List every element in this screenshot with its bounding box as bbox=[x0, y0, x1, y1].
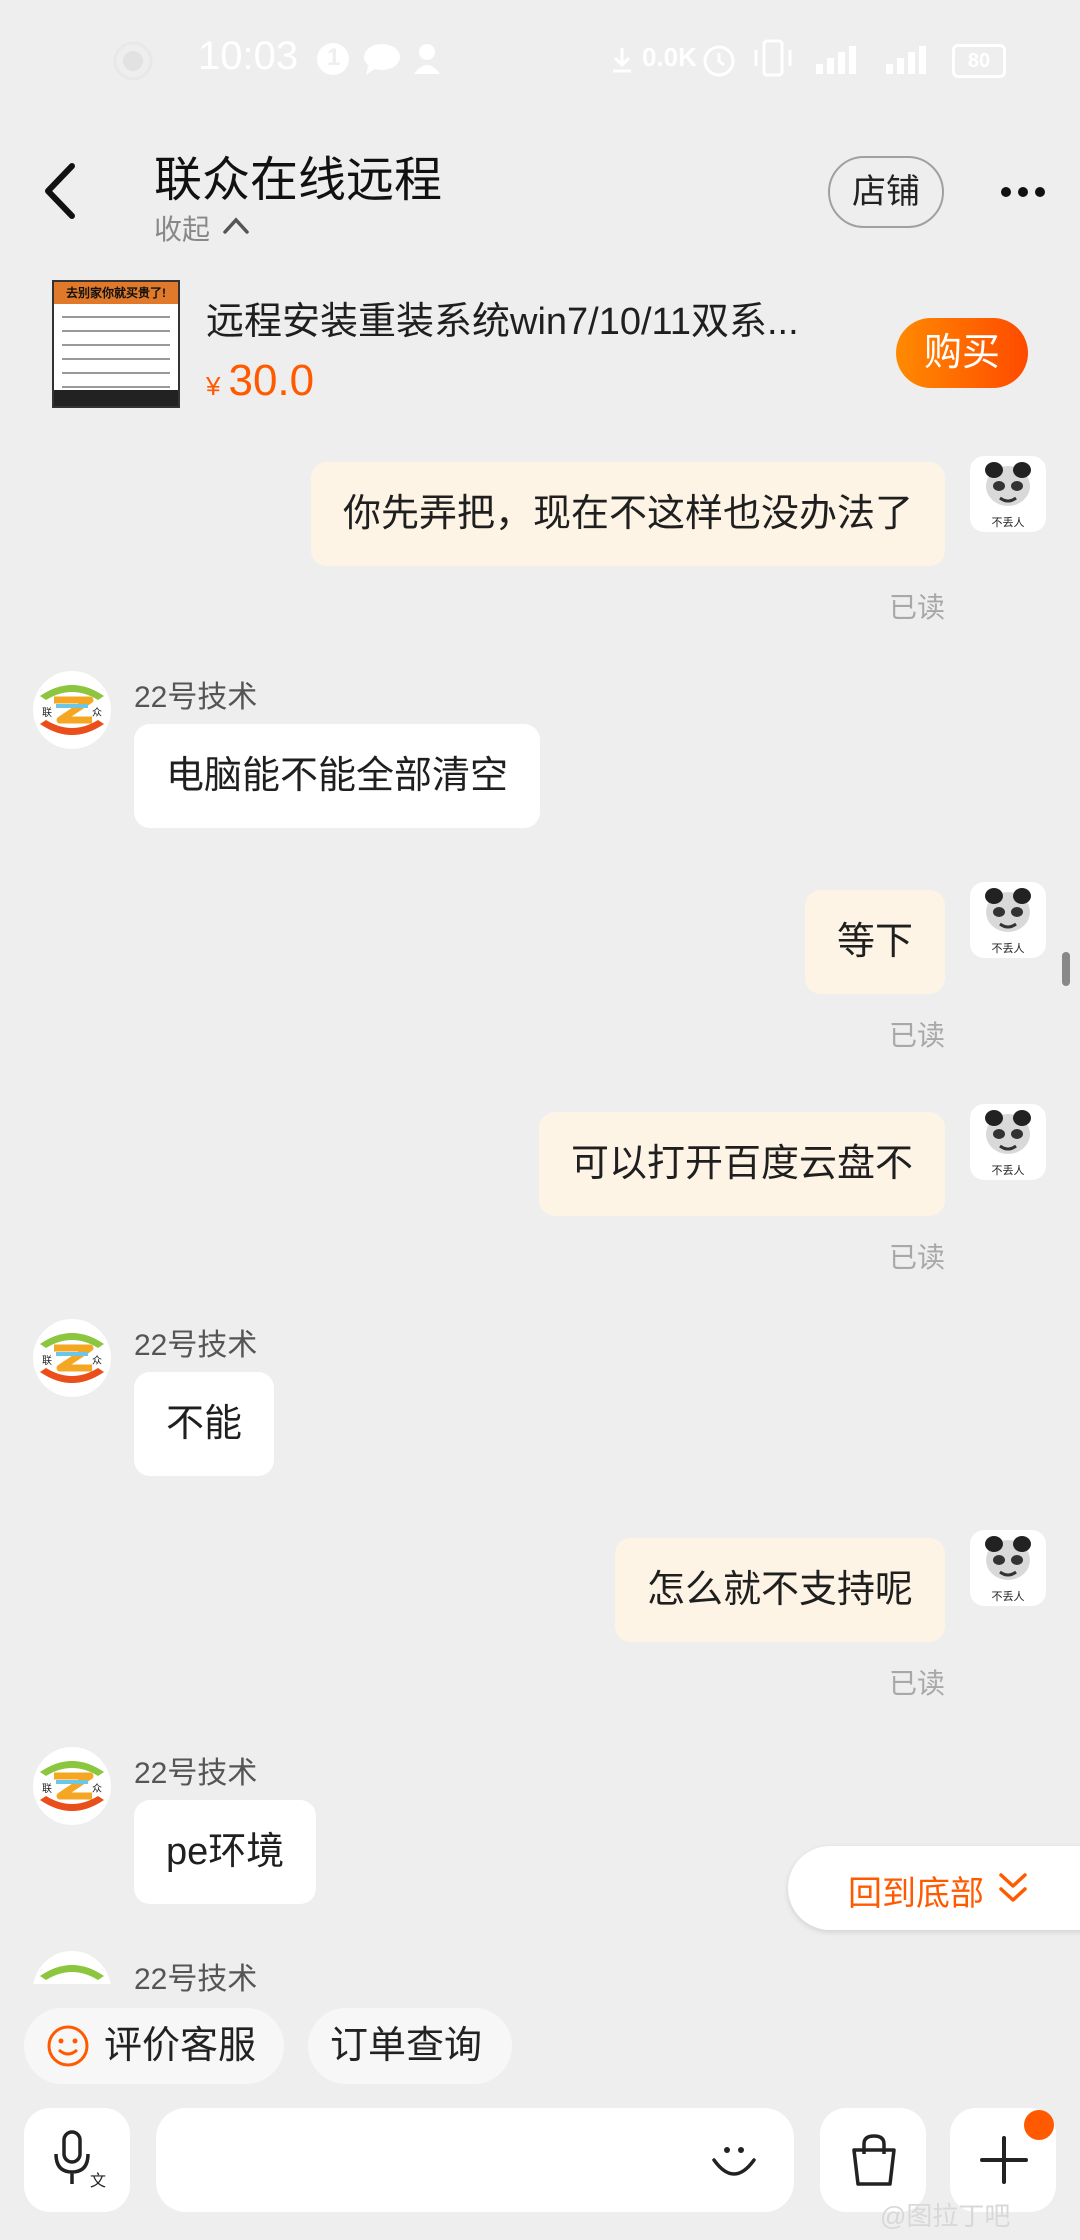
shop-button[interactable]: 店铺 bbox=[828, 156, 944, 228]
user-avatar[interactable]: 不丢人 bbox=[970, 1530, 1046, 1606]
svg-text:联: 联 bbox=[42, 707, 52, 719]
message-bubble-mine[interactable]: 等下 bbox=[804, 890, 945, 994]
svg-text:联: 联 bbox=[42, 1783, 52, 1795]
signal-icon bbox=[886, 46, 926, 74]
message-bubble-mine[interactable]: 你先弄把，现在不这样也没办法了 bbox=[310, 462, 945, 566]
microphone-icon: 文 bbox=[54, 2130, 106, 2190]
message-bubble-mine[interactable]: 可以打开百度云盘不 bbox=[538, 1112, 945, 1216]
product-price: ¥30.0 bbox=[206, 356, 314, 406]
avatar-caption: 不丢人 bbox=[992, 1590, 1025, 1603]
scroll-to-bottom-button[interactable]: 回到底部 bbox=[788, 1846, 1080, 1930]
message-bubble-agent[interactable]: 不能 bbox=[134, 1372, 275, 1476]
camera-dot-icon bbox=[113, 41, 153, 81]
read-status: 已读 bbox=[888, 1668, 945, 1699]
vibrate-icon bbox=[754, 39, 792, 77]
svg-text:文: 文 bbox=[90, 2171, 106, 2190]
svg-text:众: 众 bbox=[92, 1355, 102, 1367]
more-options-icon[interactable] bbox=[998, 174, 1048, 210]
alarm-icon bbox=[703, 45, 735, 77]
collapse-toggle[interactable]: 收起 bbox=[154, 208, 210, 248]
watermark: @图拉丁吧 bbox=[880, 2201, 1011, 2231]
read-status: 已读 bbox=[888, 1242, 945, 1273]
svg-text:众: 众 bbox=[92, 1783, 102, 1795]
double-chevron-down-icon bbox=[999, 1873, 1027, 1902]
signal-4g-icon bbox=[816, 46, 856, 74]
sender-name: 22号技术 bbox=[134, 1757, 258, 1790]
emoji-icon[interactable] bbox=[706, 2134, 762, 2190]
message-bubble-mine[interactable]: 怎么就不支持呢 bbox=[614, 1538, 945, 1642]
status-bar: 10:03 1 0.0K 80 bbox=[0, 0, 1080, 120]
sender-name: 22号技术 bbox=[134, 1963, 258, 1996]
status-time: 10:03 bbox=[198, 34, 299, 78]
network-speed: 0.0K bbox=[642, 42, 697, 72]
agent-avatar[interactable]: 联众 bbox=[32, 670, 112, 750]
product-thumbnail[interactable]: 去别家你就买贵了! bbox=[52, 280, 180, 408]
avatar-caption: 不丢人 bbox=[992, 1164, 1025, 1177]
quick-reply-order-query[interactable]: 订单查询 bbox=[308, 2008, 512, 2084]
price-value: 30.0 bbox=[228, 356, 315, 405]
plus-icon bbox=[980, 2136, 1028, 2184]
scroll-to-bottom-label: 回到底部 bbox=[848, 1875, 984, 1913]
message-bubble-agent[interactable]: pe环境 bbox=[134, 1800, 317, 1904]
battery-icon: 80 bbox=[952, 44, 1006, 78]
product-title[interactable]: 远程安装重装系统win7/10/11双系... bbox=[206, 290, 856, 345]
avatar-caption: 不丢人 bbox=[992, 942, 1025, 955]
quick-reply-label: 评价客服 bbox=[104, 2025, 257, 2067]
back-arrow-icon[interactable] bbox=[36, 156, 86, 226]
avatar-caption: 不丢人 bbox=[992, 516, 1025, 529]
user-avatar[interactable]: 不丢人 bbox=[970, 456, 1046, 532]
read-status: 已读 bbox=[888, 1020, 945, 1051]
buy-button[interactable]: 购买 bbox=[896, 318, 1028, 388]
smiley-icon bbox=[47, 2025, 89, 2067]
notification-dot bbox=[1024, 2110, 1054, 2140]
user-avatar[interactable]: 不丢人 bbox=[970, 882, 1046, 958]
svg-text:联: 联 bbox=[42, 1355, 52, 1367]
shopping-bag-icon bbox=[852, 2134, 896, 2186]
sender-name: 22号技术 bbox=[134, 1329, 258, 1362]
quick-reply-label: 订单查询 bbox=[330, 2025, 483, 2067]
quick-reply-rate-service[interactable]: 评价客服 bbox=[24, 2008, 284, 2084]
sender-name: 22号技术 bbox=[134, 681, 258, 714]
product-image-banner: 去别家你就买贵了! bbox=[54, 282, 178, 304]
read-status: 已读 bbox=[888, 592, 945, 623]
message-input[interactable] bbox=[156, 2108, 794, 2212]
agent-avatar[interactable]: 联众 bbox=[32, 1746, 112, 1826]
currency-symbol: ¥ bbox=[206, 371, 221, 401]
voice-input-button[interactable]: 文 bbox=[24, 2108, 130, 2212]
agent-avatar[interactable]: 联众 bbox=[32, 1318, 112, 1398]
agent-avatar-partial bbox=[32, 1950, 112, 1984]
user-avatar[interactable]: 不丢人 bbox=[970, 1104, 1046, 1180]
notification-count: 1 bbox=[327, 44, 341, 71]
person-icon bbox=[414, 44, 440, 74]
download-icon bbox=[613, 48, 631, 73]
chat-title: 联众在线远程 bbox=[154, 154, 443, 207]
message-bubble-agent[interactable]: 电脑能不能全部清空 bbox=[134, 724, 541, 828]
scrollbar-thumb[interactable] bbox=[1062, 952, 1070, 986]
chevron-up-icon[interactable] bbox=[222, 214, 250, 236]
chat-bubble-icon bbox=[364, 44, 400, 75]
svg-text:众: 众 bbox=[92, 707, 102, 719]
